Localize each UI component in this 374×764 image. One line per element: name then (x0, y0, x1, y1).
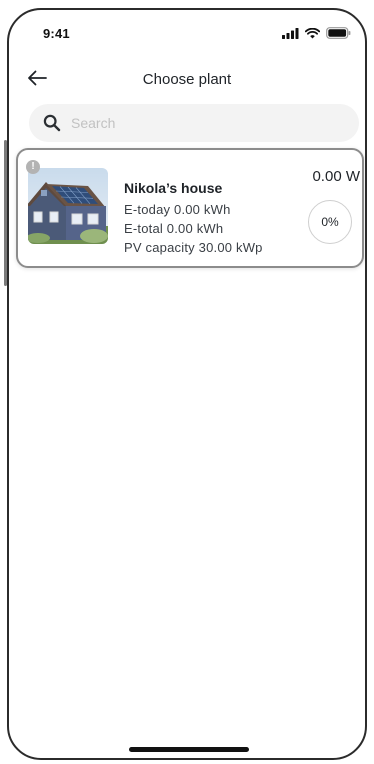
signal-icon (282, 26, 299, 44)
home-indicator[interactable] (129, 747, 249, 752)
plant-pv-capacity: PV capacity 30.00 kWp (124, 240, 263, 255)
plant-progress-ring: 0% (308, 200, 352, 244)
plant-e-total: E-total 0.00 kWh (124, 221, 224, 236)
battery-icon (326, 26, 351, 44)
plant-card[interactable]: ! Nikola’s house E-today 0.00 kWh E-tota… (16, 148, 364, 268)
plant-name: Nikola’s house (124, 180, 223, 196)
phone-screen: 9:41 Choose plant Search ! Nikola’s hous… (7, 8, 367, 760)
search-icon (43, 114, 61, 132)
page-title: Choose plant (142, 71, 232, 88)
search-input[interactable] (71, 115, 331, 131)
status-icons (282, 26, 351, 44)
header: Choose plant (9, 62, 365, 98)
status-bar: 9:41 (9, 10, 365, 50)
wifi-icon (304, 26, 321, 44)
plant-progress-label: 0% (321, 215, 339, 229)
plant-e-today: E-today 0.00 kWh (124, 202, 231, 217)
plant-power: 0.00 W (312, 168, 360, 185)
status-time: 9:41 (43, 26, 70, 41)
search-box[interactable] (29, 104, 359, 142)
warning-icon: ! (26, 160, 40, 174)
house-solar-panels-image (28, 168, 108, 244)
